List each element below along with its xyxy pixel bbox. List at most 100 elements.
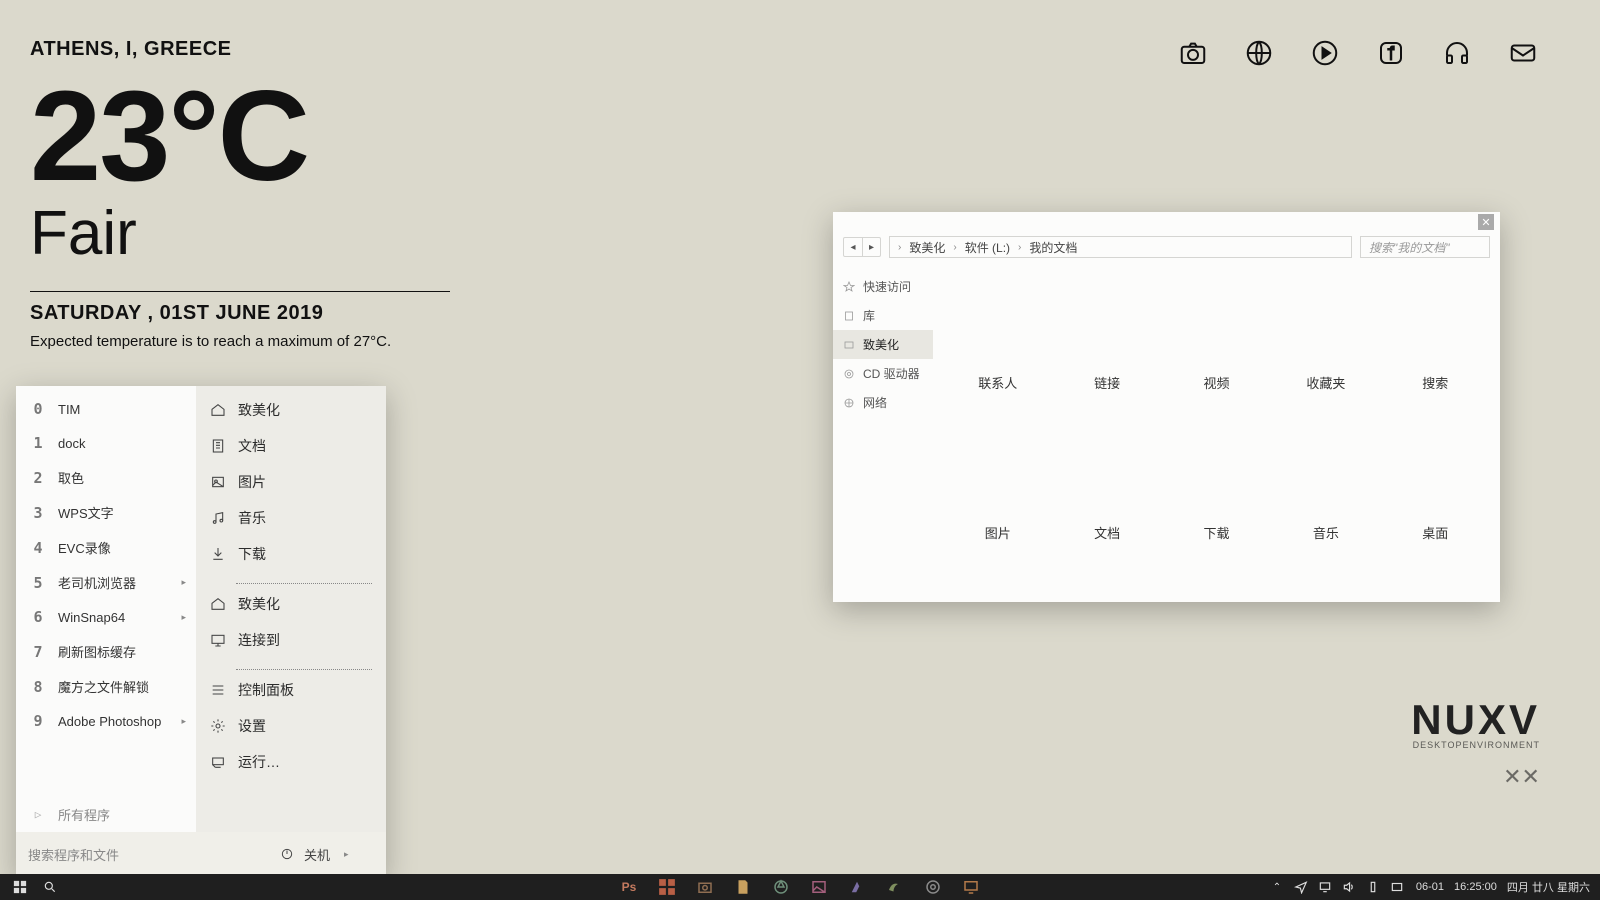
play-icon[interactable]: [1308, 36, 1342, 70]
folder-item[interactable]: 搜索: [1381, 282, 1490, 432]
folder-item[interactable]: 音乐: [1271, 432, 1380, 582]
places-item[interactable]: 音乐: [196, 500, 386, 536]
folder-item[interactable]: 视频: [1162, 282, 1271, 432]
chevron-right-icon: ›: [1018, 242, 1021, 253]
taskbar-app[interactable]: [658, 878, 676, 896]
taskbar: Ps ⌃ 06-01 16:25:00 四月 廿八 星期六: [0, 874, 1600, 900]
places-item[interactable]: 图片: [196, 464, 386, 500]
program-item[interactable]: 5老司机浏览器▸: [16, 565, 196, 600]
mail-icon[interactable]: [1506, 36, 1540, 70]
taskbar-clock[interactable]: 06-01 16:25:00 四月 廿八 星期六: [1416, 879, 1590, 895]
folder-item[interactable]: 收藏夹: [1271, 282, 1380, 432]
power-icon: [280, 847, 294, 861]
separator: [236, 574, 372, 584]
clock-time: 16:25:00: [1454, 881, 1497, 893]
facebook-icon[interactable]: [1374, 36, 1408, 70]
taskbar-app[interactable]: [696, 878, 714, 896]
program-item[interactable]: 2取色: [16, 460, 196, 495]
nav-forward-button[interactable]: ▸: [862, 238, 880, 256]
explorer-titlebar[interactable]: ✕: [833, 212, 1500, 232]
program-item[interactable]: 1dock: [16, 426, 196, 460]
weather-widget: ATHENS, I, GREECE 23°C Fair SATURDAY , 0…: [30, 38, 450, 350]
chevron-right-icon: ▸: [181, 577, 186, 588]
taskbar-app[interactable]: [848, 878, 866, 896]
chevron-right-icon: ▸: [181, 612, 186, 623]
camera-icon[interactable]: [1176, 36, 1210, 70]
explorer-search-input[interactable]: 搜索"我的文档": [1360, 236, 1490, 258]
start-button[interactable]: [12, 879, 28, 895]
sidebar-item[interactable]: 网络: [833, 388, 933, 417]
program-item[interactable]: 3WPS文字: [16, 495, 196, 530]
taskbar-app[interactable]: [772, 878, 790, 896]
places-item[interactable]: 设置: [196, 708, 386, 744]
sidebar-item[interactable]: 致美化: [833, 330, 933, 359]
taskbar-app[interactable]: [734, 878, 752, 896]
folder-item[interactable]: 下载: [1162, 432, 1271, 582]
separator: [236, 660, 372, 670]
tray-usb-icon[interactable]: [1366, 880, 1380, 894]
breadcrumb-item[interactable]: 致美化: [909, 239, 945, 256]
brand-icon: ✕✕: [1411, 764, 1540, 790]
places-item[interactable]: 致美化: [196, 392, 386, 428]
weather-date: SATURDAY , 01ST JUNE 2019: [30, 302, 450, 325]
weather-divider: [30, 291, 450, 292]
all-programs[interactable]: ▷所有程序: [16, 797, 196, 832]
program-item[interactable]: 8魔方之文件解锁: [16, 669, 196, 704]
tray-ime-icon[interactable]: [1390, 880, 1404, 894]
taskbar-app-photoshop[interactable]: Ps: [620, 878, 638, 896]
weather-forecast: Expected temperature is to reach a maxim…: [30, 333, 450, 350]
shutdown-button[interactable]: 关机 ▸: [266, 832, 386, 876]
weather-location: ATHENS, I, GREECE: [30, 38, 450, 61]
taskbar-app-chrome[interactable]: [924, 878, 942, 896]
launcher-bar: [1176, 36, 1540, 70]
tray-network-icon[interactable]: [1318, 880, 1332, 894]
search-icon[interactable]: [42, 879, 58, 895]
sidebar-item[interactable]: 快速访问: [833, 272, 933, 301]
headphones-icon[interactable]: [1440, 36, 1474, 70]
explorer-content: 联系人 链接 视频 收藏夹 搜索 图片 文档 下载 音乐 桌面: [933, 262, 1500, 602]
program-item[interactable]: 4EVC录像: [16, 530, 196, 565]
chevron-right-icon: ▸: [344, 849, 349, 860]
tray-chevron-icon[interactable]: ⌃: [1270, 880, 1284, 894]
nav-back-button[interactable]: ◂: [844, 238, 862, 256]
taskbar-pinned: Ps: [620, 878, 980, 896]
breadcrumb-item[interactable]: 我的文档: [1029, 239, 1077, 256]
breadcrumb[interactable]: › 致美化 › 软件 (L:) › 我的文档: [889, 236, 1352, 258]
sidebar-item[interactable]: 库: [833, 301, 933, 330]
chevron-right-icon: ›: [953, 242, 956, 253]
sidebar-item[interactable]: CD 驱动器: [833, 359, 933, 388]
taskbar-app[interactable]: [886, 878, 904, 896]
start-menu: 0TIM 1dock 2取色 3WPS文字 4EVC录像 5老司机浏览器▸ 6W…: [16, 386, 386, 876]
folder-item[interactable]: 联系人: [943, 282, 1052, 432]
places-item[interactable]: 连接到: [196, 622, 386, 658]
close-button[interactable]: ✕: [1478, 214, 1494, 230]
program-item[interactable]: 9Adobe Photoshop▸: [16, 704, 196, 738]
folder-item[interactable]: 桌面: [1381, 432, 1490, 582]
taskbar-app[interactable]: [962, 878, 980, 896]
weather-temperature: 23°C: [30, 79, 450, 194]
breadcrumb-item[interactable]: 软件 (L:): [965, 239, 1010, 256]
chevron-right-icon: ▸: [181, 716, 186, 727]
brand-title: NUXV: [1411, 696, 1540, 744]
chevron-right-icon: ›: [898, 242, 901, 253]
weather-condition: Fair: [30, 198, 450, 269]
program-item[interactable]: 7刷新图标缓存: [16, 634, 196, 669]
folder-item[interactable]: 图片: [943, 432, 1052, 582]
program-item[interactable]: 6WinSnap64▸: [16, 600, 196, 634]
places-item[interactable]: 运行…: [196, 744, 386, 780]
play-icon: ▷: [28, 808, 48, 821]
places-item[interactable]: 文档: [196, 428, 386, 464]
places-item[interactable]: 控制面板: [196, 672, 386, 708]
explorer-window: ✕ ◂ ▸ › 致美化 › 软件 (L:) › 我的文档 搜索"我的文档" 快速…: [833, 212, 1500, 602]
taskbar-app[interactable]: [810, 878, 828, 896]
clock-date: 06-01: [1416, 881, 1444, 893]
folder-item[interactable]: 文档: [1052, 432, 1161, 582]
start-search-input[interactable]: 搜索程序和文件: [16, 832, 266, 876]
tray-icon[interactable]: [1294, 880, 1308, 894]
tray-volume-icon[interactable]: [1342, 880, 1356, 894]
program-item[interactable]: 0TIM: [16, 392, 196, 426]
places-item[interactable]: 下载: [196, 536, 386, 572]
places-item[interactable]: 致美化: [196, 586, 386, 622]
folder-item[interactable]: 链接: [1052, 282, 1161, 432]
globe-icon[interactable]: [1242, 36, 1276, 70]
